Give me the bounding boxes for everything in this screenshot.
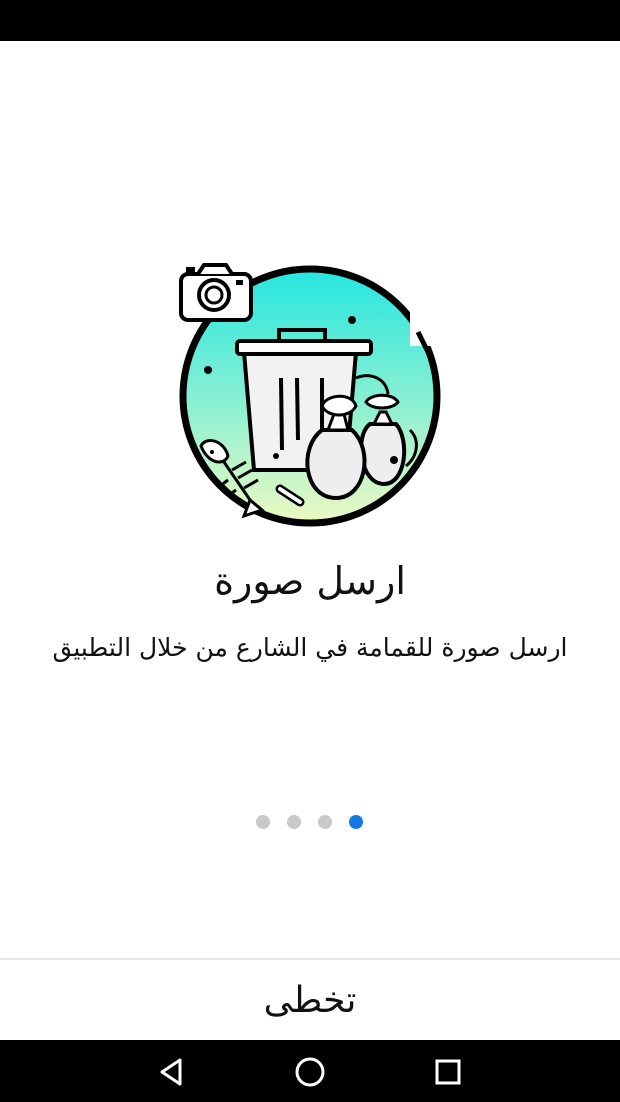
page-indicator [0,815,620,831]
page-dot-3[interactable] [318,815,332,829]
page-dot-2[interactable] [287,815,301,829]
bone-icon [275,484,305,507]
fish-bone-icon [199,439,266,519]
trash-bin-icon [235,328,373,472]
fly-icons [204,316,398,464]
illustration-background-circle [179,265,441,527]
skip-button[interactable]: تخطى [0,960,620,1040]
back-icon[interactable] [152,1052,192,1092]
camera-icon [179,263,253,322]
garbage-bags-icon [305,374,418,501]
recents-icon[interactable] [428,1052,468,1092]
trash-illustration [179,263,441,527]
onboarding-description: ارسل صورة للقمامة في الشارع من خلال التط… [52,633,568,662]
status-bar [0,0,620,41]
system-navigation-bar [0,1040,620,1102]
skip-label: تخطى [263,979,357,1021]
page-dot-4-active[interactable] [349,815,363,829]
page-dot-1[interactable] [256,815,270,829]
home-icon[interactable] [290,1052,330,1092]
onboarding-title: ارسل صورة [214,559,406,603]
